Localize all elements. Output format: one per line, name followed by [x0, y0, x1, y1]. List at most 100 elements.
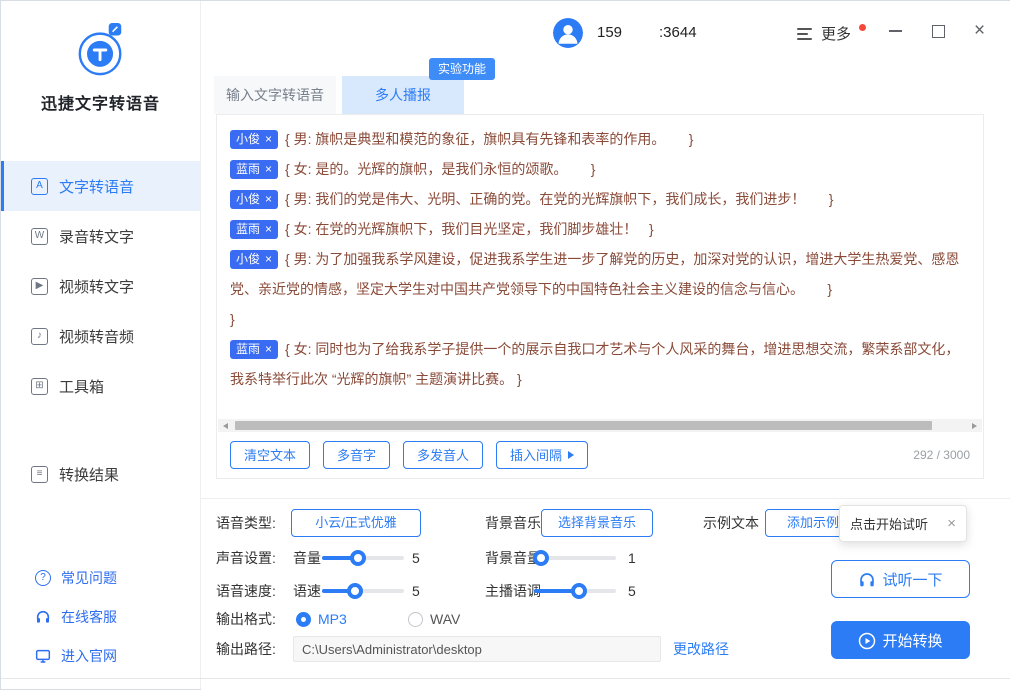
sidebar-item-label: 视频转文字 — [59, 276, 134, 297]
volume-slider[interactable] — [322, 550, 404, 566]
output-path-input[interactable] — [293, 636, 661, 662]
sidebar-item-toolbox[interactable]: ⊞ 工具箱 — [1, 361, 200, 411]
slider-thumb[interactable] — [571, 583, 587, 599]
pitch-label: 主播语调 — [485, 577, 541, 605]
dialogue-text[interactable]: } — [230, 311, 235, 327]
minimize-button[interactable] — [888, 23, 903, 38]
dialogue-entry: 小俊 × { 男: 我们的党是伟大、光明、正确的党。在党的光辉旗帜下，我们成长，我们… — [230, 184, 970, 214]
sidebar-item-official-website[interactable]: 进入官网 — [1, 636, 200, 675]
wav-option-label[interactable]: WAV — [430, 606, 460, 632]
volume-label: 音量 — [293, 544, 321, 572]
dialogue-text[interactable]: { 女: 是的。光辉的旗帜，是我们永恒的颂歌。 } — [285, 161, 595, 177]
speed-value: 5 — [412, 577, 420, 605]
sidebar-item-video-to-audio[interactable]: ♪ 视频转音频 — [1, 311, 200, 361]
sidebar-item-label: 工具箱 — [59, 376, 104, 397]
output-format-label: 输出格式: — [216, 606, 276, 632]
mp3-radio[interactable] — [296, 612, 311, 627]
mp3-option-label[interactable]: MP3 — [318, 606, 347, 632]
background-volume-slider[interactable] — [534, 550, 616, 566]
dialogue-text[interactable]: { 男: 旗帜是典型和模范的象征，旗帜具有先锋和表率的作用。 } — [285, 131, 693, 147]
user-avatar[interactable] — [553, 18, 583, 48]
footer-item-label: 常见问题 — [61, 568, 117, 588]
dialogue-text[interactable]: { 男: 我们的党是伟大、光明、正确的党。在党的光辉旗帜下，我们成长，我们进步！… — [285, 191, 833, 207]
tab-input-text-to-speech[interactable]: 输入文字转语音 — [214, 76, 336, 114]
pitch-slider[interactable] — [534, 583, 616, 599]
logo-area: 迅捷文字转语音 — [1, 1, 200, 114]
voice-type-button[interactable]: 小云/正式优雅 — [291, 509, 421, 537]
speed-slider[interactable] — [322, 583, 404, 599]
results-icon: ≡ — [31, 466, 48, 483]
tooltip-text: 点击开始试听 — [850, 514, 928, 533]
dialogue-editor[interactable]: 小俊×{ 男: 旗帜是典型和模范的象征，旗帜具有先锋和表率的作用。 } 蓝雨×{… — [216, 114, 984, 479]
headset-icon — [35, 609, 51, 625]
more-menu-button[interactable]: 更多 — [797, 23, 866, 44]
wav-radio[interactable] — [408, 612, 423, 627]
dialogue-entry: 蓝雨×{ 女: 同时也为了给我系学子提供一个的展示自我口才艺术与个人风采的舞台，… — [230, 334, 970, 394]
remove-speaker-icon[interactable]: × — [265, 192, 272, 206]
speaker-tag[interactable]: 蓝雨× — [230, 160, 278, 179]
scrollbar-thumb[interactable] — [235, 421, 932, 430]
background-volume-value: 1 — [628, 544, 636, 572]
close-button[interactable]: × — [972, 23, 987, 38]
change-path-link[interactable]: 更改路径 — [673, 636, 729, 662]
sidebar-item-conversion-results[interactable]: ≡ 转换结果 — [1, 449, 200, 499]
sound-settings-label: 声音设置: — [216, 544, 276, 572]
sidebar-nav: A 文字转语音 W 录音转文字 ▶ 视频转文字 ♪ 视频转音频 ⊞ 工具箱 ≡ … — [1, 161, 200, 499]
window-controls: × — [888, 23, 987, 38]
dialogue-text[interactable]: { 女: 同时也为了给我系学子提供一个的展示自我口才艺术与个人风采的舞台，增进思… — [230, 341, 959, 387]
sidebar-item-faq[interactable]: ? 常见问题 — [1, 558, 200, 597]
dialogue-text[interactable]: { 女: 在党的光辉旗帜下，我们目光坚定，我们脚步雄壮！ } — [285, 221, 654, 237]
speech-speed-section-label: 语音速度: — [216, 577, 276, 605]
slider-thumb[interactable] — [533, 550, 549, 566]
volume-value: 5 — [412, 544, 420, 572]
sidebar-item-label: 转换结果 — [59, 464, 119, 485]
sidebar-footer: ? 常见问题 在线客服 进入官网 — [1, 558, 200, 675]
slider-thumb[interactable] — [347, 583, 363, 599]
notification-dot — [859, 24, 866, 31]
pitch-value: 5 — [628, 577, 636, 605]
remove-speaker-icon[interactable]: × — [265, 252, 272, 266]
preview-button-label: 试听一下 — [882, 569, 942, 590]
tooltip-close-icon[interactable]: × — [947, 515, 956, 532]
speaker-tag[interactable]: 小俊× — [230, 130, 278, 149]
dialogue-text[interactable]: { 男: 为了加强我系学风建设，促进我系学生进一步了解党的历史，加深对党的认识，… — [230, 251, 959, 297]
multi-voice-button[interactable]: 多发音人 — [403, 441, 483, 469]
voice-type-label: 语音类型: — [216, 509, 276, 537]
tab-multi-speaker-broadcast[interactable]: 多人播报 — [342, 76, 464, 114]
sidebar-item-text-to-speech[interactable]: A 文字转语音 — [1, 161, 200, 211]
slider-track — [322, 589, 404, 593]
dialogue-entry: 蓝雨 × { 女: 在党的光辉旗帜下，我们目光坚定，我们脚步雄壮！ } — [230, 214, 970, 244]
speaker-tag[interactable]: 小俊× — [230, 250, 278, 269]
insert-pause-button[interactable]: 插入间隔 — [496, 441, 588, 469]
window-bottom-edge — [1, 678, 1010, 679]
toolbox-icon: ⊞ — [31, 378, 48, 395]
speaker-tag[interactable]: 小俊 × — [230, 190, 278, 209]
sidebar-item-online-support[interactable]: 在线客服 — [1, 597, 200, 636]
maximize-button[interactable] — [930, 23, 945, 38]
polyphonic-button[interactable]: 多音字 — [323, 441, 390, 469]
sidebar-item-label: 录音转文字 — [59, 226, 134, 247]
speaker-tag[interactable]: 蓝雨× — [230, 340, 278, 359]
slider-thumb[interactable] — [350, 550, 366, 566]
section-divider — [201, 498, 1010, 499]
dialogue-entries[interactable]: 小俊×{ 男: 旗帜是典型和模范的象征，旗帜具有先锋和表率的作用。 } 蓝雨×{… — [217, 115, 983, 417]
speaker-name: 小俊 — [236, 192, 260, 206]
select-background-music-button[interactable]: 选择背景音乐 — [541, 509, 653, 537]
remove-speaker-icon[interactable]: × — [265, 222, 272, 236]
sidebar-item-video-to-text[interactable]: ▶ 视频转文字 — [1, 261, 200, 311]
remove-speaker-icon[interactable]: × — [265, 132, 272, 146]
app-logo-icon — [74, 21, 128, 79]
account-number-prefix: 159 — [597, 24, 622, 41]
character-counter: 292 / 3000 — [913, 448, 970, 462]
start-convert-button[interactable]: 开始转换 — [831, 621, 970, 659]
sidebar-item-audio-to-text[interactable]: W 录音转文字 — [1, 211, 200, 261]
speaker-name: 蓝雨 — [236, 222, 260, 236]
remove-speaker-icon[interactable]: × — [265, 162, 272, 176]
clear-text-button[interactable]: 清空文本 — [230, 441, 310, 469]
audio-to-text-icon: W — [31, 228, 48, 245]
dialogue-entry: } — [230, 304, 970, 334]
remove-speaker-icon[interactable]: × — [265, 342, 272, 356]
speaker-tag[interactable]: 蓝雨 × — [230, 220, 278, 239]
question-icon: ? — [35, 570, 51, 586]
preview-button[interactable]: 试听一下 — [831, 560, 970, 598]
